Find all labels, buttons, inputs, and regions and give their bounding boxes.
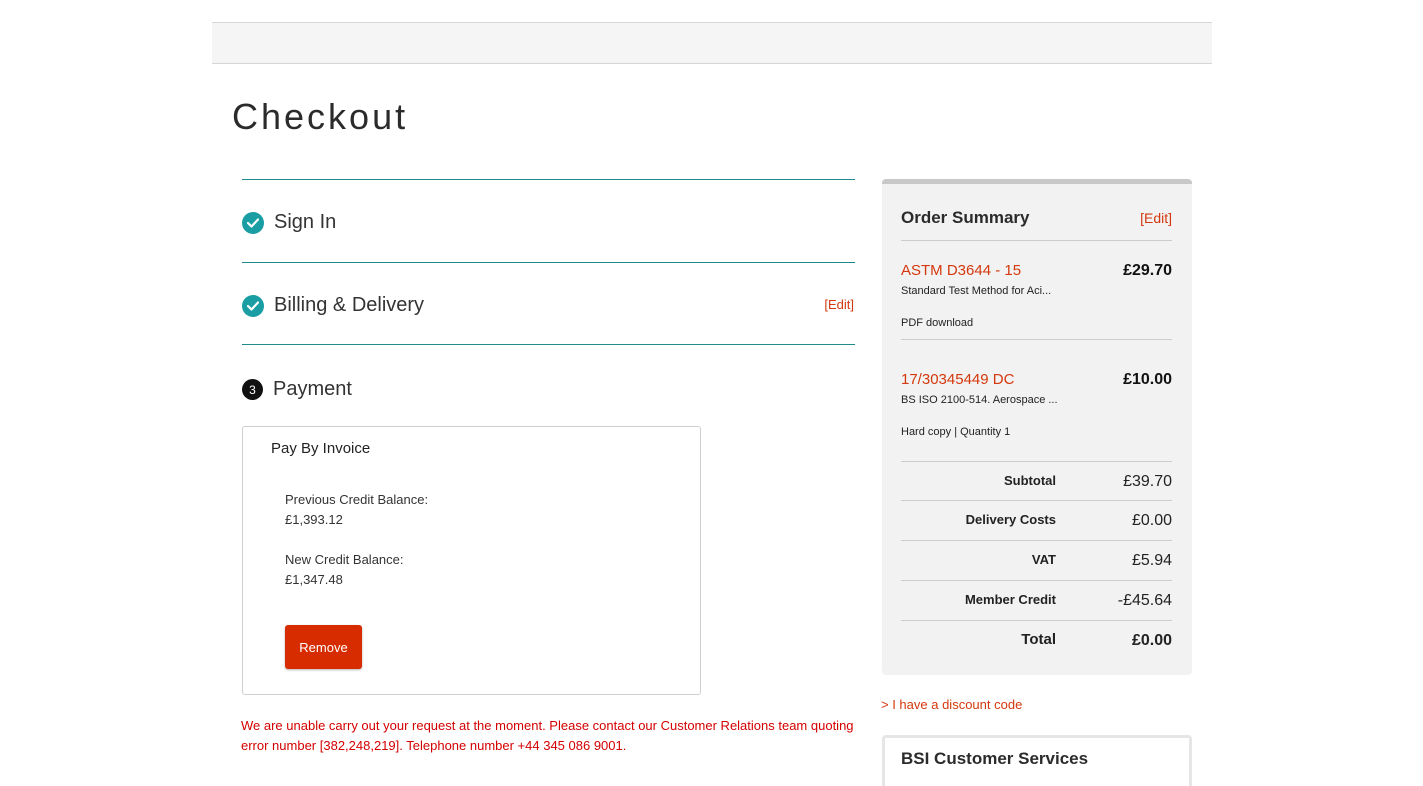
- total-row: Total £0.00: [901, 620, 1172, 660]
- step-sign-in-header: Sign In: [242, 211, 336, 234]
- vat-label: VAT: [1031, 552, 1056, 567]
- error-message: We are unable carry out your request at …: [241, 718, 854, 753]
- page-title: Checkout: [232, 96, 409, 137]
- delivery-costs-value: £0.00: [1131, 512, 1172, 529]
- customer-services-title: BSI Customer Services: [901, 749, 1089, 768]
- step-payment: 3 Payment: [242, 344, 855, 400]
- new-credit-balance-value: £1,347.48: [285, 572, 343, 587]
- member-credit-label: Member Credit: [964, 592, 1056, 607]
- step-number-badge: 3: [242, 379, 263, 400]
- pay-by-invoice-panel: Pay By Invoice Previous Credit Balance: …: [242, 426, 701, 695]
- total-value: £0.00: [1131, 632, 1172, 649]
- check-circle-icon: [242, 294, 264, 317]
- subtotal-row: Subtotal £39.70: [901, 461, 1172, 501]
- subtotal-label: Subtotal: [1004, 473, 1056, 488]
- subtotal-value: £39.70: [1123, 473, 1172, 490]
- total-label: Total: [1021, 631, 1056, 648]
- pay-by-invoice-title: Pay By Invoice: [271, 440, 371, 457]
- previous-credit-balance-label: Previous Credit Balance:: [285, 492, 429, 507]
- member-credit-value: -£45.64: [1117, 592, 1172, 609]
- step-sign-in-label: Sign In: [274, 211, 337, 233]
- order-summary-title: Order Summary: [901, 208, 1030, 227]
- new-credit-balance-label: New Credit Balance:: [285, 552, 404, 567]
- previous-credit-balance-value: £1,393.12: [285, 512, 343, 527]
- step-billing-header: Billing & Delivery: [242, 294, 424, 317]
- top-navigation-bar: [212, 22, 1212, 64]
- divider: [901, 240, 1172, 241]
- step-billing-label: Billing & Delivery: [274, 294, 425, 316]
- remove-button[interactable]: Remove: [285, 625, 362, 669]
- step-payment-header: 3 Payment: [242, 378, 352, 401]
- customer-services-panel: BSI Customer Services: [882, 735, 1192, 786]
- divider: [901, 339, 1172, 340]
- checkout-steps: Sign In Billing & Delivery [Edit]: [242, 179, 855, 345]
- billing-edit-link[interactable]: [Edit]: [824, 297, 854, 312]
- order-item-description: Standard Test Method for Aci...: [901, 285, 1052, 297]
- vat-row: VAT £5.94: [901, 540, 1172, 580]
- step-billing-delivery[interactable]: Billing & Delivery [Edit]: [242, 262, 855, 345]
- order-item-description: BS ISO 2100-514. Aerospace ...: [901, 394, 1058, 406]
- discount-code-link[interactable]: > I have a discount code: [881, 697, 1022, 712]
- step-sign-in[interactable]: Sign In: [242, 179, 855, 262]
- order-item-code-link[interactable]: 17/30345449 DC: [901, 371, 1014, 388]
- step-payment-label: Payment: [273, 378, 352, 400]
- order-item-price: £10.00: [1123, 371, 1172, 388]
- member-credit-row: Member Credit -£45.64: [901, 580, 1172, 620]
- check-circle-icon: [242, 211, 264, 234]
- order-item-format: PDF download: [901, 317, 974, 329]
- order-item-code-link[interactable]: ASTM D3644 - 15: [901, 262, 1021, 279]
- order-summary-panel: Order Summary [Edit] ASTM D3644 - 15 £29…: [882, 179, 1192, 675]
- order-item-format: Hard copy | Quantity 1: [901, 426, 1011, 438]
- vat-value: £5.94: [1131, 552, 1172, 569]
- order-summary-edit-link[interactable]: [Edit]: [1140, 210, 1172, 226]
- delivery-costs-row: Delivery Costs £0.00: [901, 500, 1172, 540]
- order-item-price: £29.70: [1123, 262, 1172, 279]
- delivery-costs-label: Delivery Costs: [965, 512, 1056, 527]
